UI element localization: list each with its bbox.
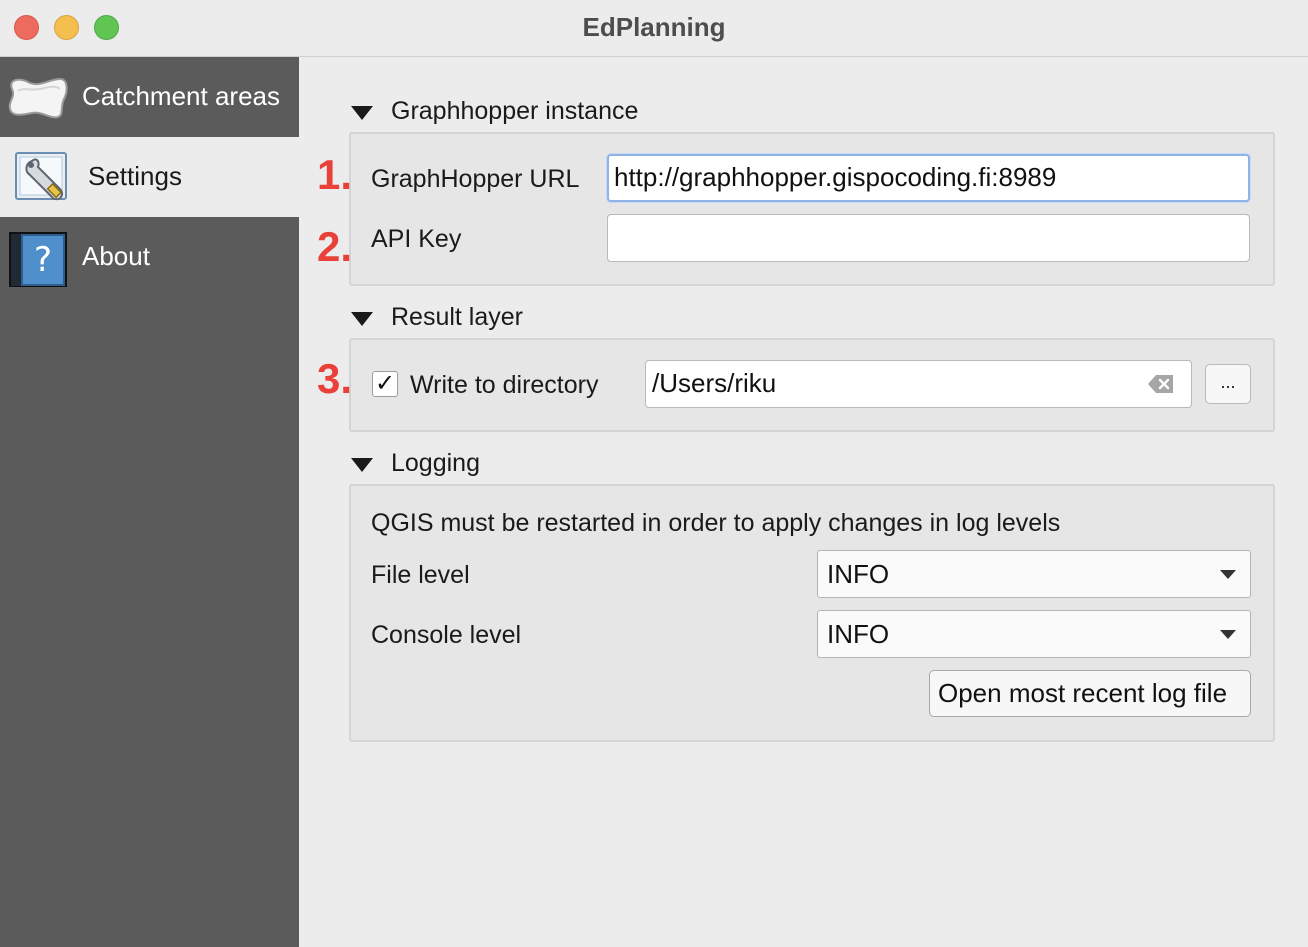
title-bar: EdPlanning [0, 0, 1308, 57]
svg-text:?: ? [34, 240, 52, 280]
sidebar-item-label: About [82, 241, 150, 271]
console-level-label: Console level [371, 621, 522, 649]
collapse-triangle-icon [351, 312, 373, 326]
section-title: Graphhopper instance [391, 97, 639, 125]
chevron-down-icon [1220, 630, 1236, 639]
chevron-down-icon [1220, 570, 1236, 579]
help-book-icon: ? [9, 232, 67, 287]
wrench-settings-icon [15, 152, 67, 201]
directory-path-value: /Users/riku [652, 368, 777, 398]
browse-directory-button[interactable]: ... [1205, 364, 1251, 404]
section-title: Logging [391, 449, 480, 477]
file-level-label: File level [371, 561, 470, 589]
write-to-directory-label: Write to directory [410, 371, 599, 399]
settings-panel: Graphhopper instance 1. GraphHopper URL … [299, 57, 1308, 947]
collapse-triangle-icon [351, 106, 373, 120]
log-restart-notice: QGIS must be restarted in order to apply… [371, 509, 1061, 537]
sidebar-item-label: Catchment areas [82, 81, 280, 111]
graphhopper-url-input[interactable]: http://graphhopper.gispocoding.fi:8989 [607, 154, 1250, 202]
sidebar: Catchment areas Settings ? About [0, 57, 299, 947]
window-title: EdPlanning [582, 12, 726, 42]
sidebar-item-about[interactable]: ? About [0, 217, 299, 297]
console-level-select[interactable]: INFO [817, 610, 1251, 658]
open-log-file-button[interactable]: Open most recent log file [929, 670, 1251, 717]
clear-input-icon[interactable] [1147, 373, 1175, 395]
console-level-value: INFO [827, 619, 890, 649]
annotation-marker-1: 1. [317, 151, 353, 198]
api-key-label: API Key [371, 225, 462, 253]
section-title: Result layer [391, 303, 523, 331]
annotation-marker-2: 2. [317, 223, 353, 270]
file-level-select[interactable]: INFO [817, 550, 1251, 598]
api-key-input[interactable] [607, 214, 1250, 262]
annotation-marker-3: 3. [317, 355, 353, 402]
catchment-shape-icon [8, 77, 68, 119]
collapse-triangle-icon [351, 458, 373, 472]
file-level-value: INFO [827, 559, 890, 589]
graphhopper-url-label: GraphHopper URL [371, 165, 580, 193]
sidebar-item-catchment-areas[interactable]: Catchment areas [0, 57, 299, 137]
write-to-directory-checkbox[interactable]: ✓ [372, 371, 398, 397]
sidebar-item-label: Settings [88, 161, 182, 191]
sidebar-item-settings[interactable]: Settings [0, 137, 299, 217]
directory-path-input[interactable]: /Users/riku [645, 360, 1192, 408]
